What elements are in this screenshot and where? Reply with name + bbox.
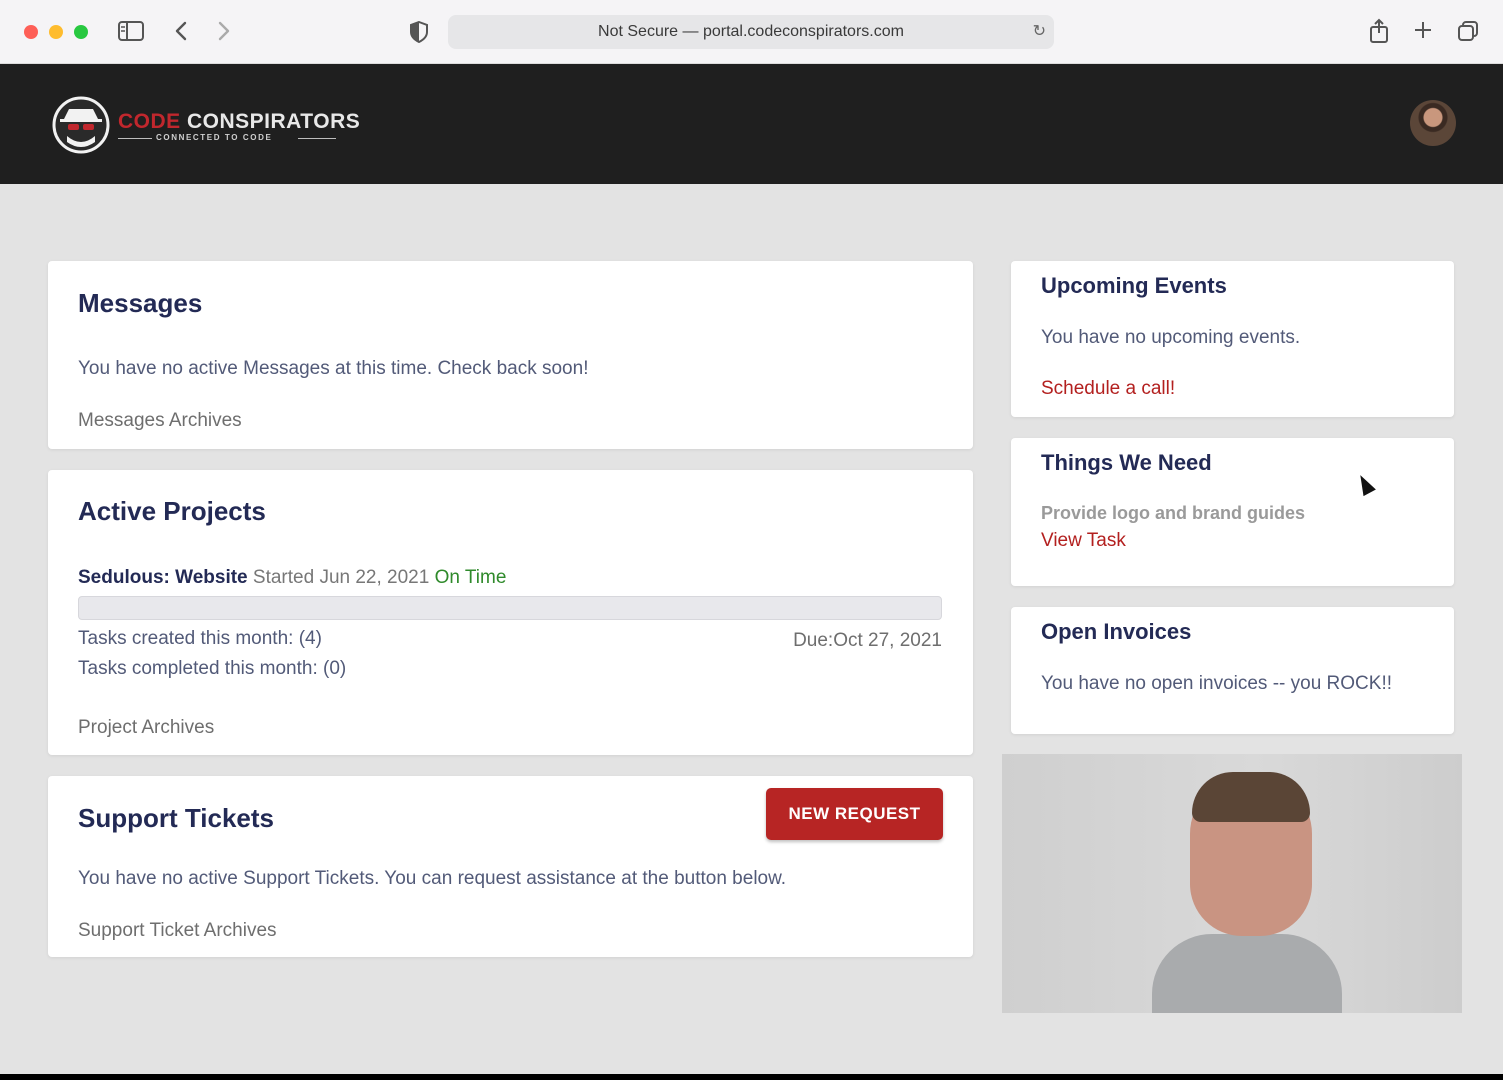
window-bottom-edge	[0, 1074, 1503, 1080]
code-conspirators-logo[interactable]: CODE CONSPIRATORS CONNECTED TO CODE	[52, 96, 360, 154]
upcoming-events-card: Upcoming Events You have no upcoming eve…	[1011, 261, 1454, 417]
things-we-need-card: Things We Need Provide logo and brand gu…	[1011, 438, 1454, 586]
user-avatar[interactable]	[1410, 100, 1456, 146]
messages-empty-text: You have no active Messages at this time…	[78, 358, 589, 379]
tasks-completed: Tasks completed this month: (0)	[78, 658, 347, 679]
support-title: Support Tickets	[78, 803, 275, 833]
sidebar-toggle-icon[interactable]	[118, 21, 144, 45]
logo-divider	[118, 138, 152, 139]
tasks-created: Tasks created this month: (4)	[78, 628, 322, 649]
project-progress-bar	[78, 596, 942, 620]
view-task-link[interactable]: View Task	[1041, 530, 1126, 552]
project-start-date: Started Jun 22, 2021	[252, 567, 430, 588]
logo-tagline: CONNECTED TO CODE	[156, 133, 273, 142]
presenter-hair	[1192, 772, 1310, 822]
new-tab-icon[interactable]	[1413, 20, 1433, 44]
projects-title: Active Projects	[78, 496, 266, 526]
messages-title: Messages	[78, 288, 203, 318]
back-icon[interactable]	[174, 20, 188, 46]
logo-text-conspirators: CONSPIRATORS	[187, 110, 361, 133]
close-window-button[interactable]	[24, 25, 38, 39]
tab-overview-icon[interactable]	[1457, 20, 1479, 46]
support-archives-link[interactable]: Support Ticket Archives	[78, 920, 277, 942]
maximize-window-button[interactable]	[74, 25, 88, 39]
forward-icon[interactable]	[217, 20, 231, 46]
support-empty-text: You have no active Support Tickets. You …	[78, 868, 787, 889]
needs-title: Things We Need	[1041, 450, 1212, 475]
dashboard-main: Messages You have no active Messages at …	[0, 184, 1503, 1074]
project-archives-link[interactable]: Project Archives	[78, 717, 214, 739]
spy-mascot-icon	[52, 96, 110, 154]
browser-toolbar: Not Secure — portal.codeconspirators.com…	[0, 0, 1503, 64]
address-text: Not Secure — portal.codeconspirators.com	[598, 23, 904, 40]
logo-divider	[298, 138, 336, 139]
project-due-date: Due:Oct 27, 2021	[793, 630, 942, 651]
reload-icon[interactable]: ↻	[1033, 15, 1046, 49]
project-summary: Sedulous: Website Started Jun 22, 2021 O…	[78, 567, 506, 589]
open-invoices-card: Open Invoices You have no open invoices …	[1011, 607, 1454, 734]
project-name[interactable]: Sedulous: Website	[78, 567, 248, 588]
webcam-video-overlay	[1002, 754, 1462, 1013]
site-header: CODE CONSPIRATORS CONNECTED TO CODE	[0, 64, 1503, 184]
share-icon[interactable]	[1369, 18, 1389, 48]
support-tickets-card: Support Tickets NEW REQUEST You have no …	[48, 776, 973, 957]
project-status: On Time	[434, 567, 507, 588]
invoices-empty-text: You have no open invoices -- you ROCK!!	[1041, 673, 1392, 694]
new-request-button[interactable]: NEW REQUEST	[766, 788, 943, 840]
address-bar[interactable]: Not Secure — portal.codeconspirators.com…	[448, 15, 1054, 49]
events-title: Upcoming Events	[1041, 273, 1227, 298]
needs-item: Provide logo and brand guides	[1041, 503, 1306, 523]
active-projects-card: Active Projects Sedulous: Website Starte…	[48, 470, 973, 755]
events-empty-text: You have no upcoming events.	[1041, 327, 1301, 348]
minimize-window-button[interactable]	[49, 25, 63, 39]
messages-archives-link[interactable]: Messages Archives	[78, 410, 242, 432]
schedule-call-link[interactable]: Schedule a call!	[1041, 378, 1175, 400]
privacy-shield-icon[interactable]	[410, 20, 428, 47]
logo-text-code: CODE	[118, 110, 181, 133]
presenter-shirt	[1152, 934, 1342, 1013]
messages-card: Messages You have no active Messages at …	[48, 261, 973, 449]
invoices-title: Open Invoices	[1041, 619, 1192, 644]
